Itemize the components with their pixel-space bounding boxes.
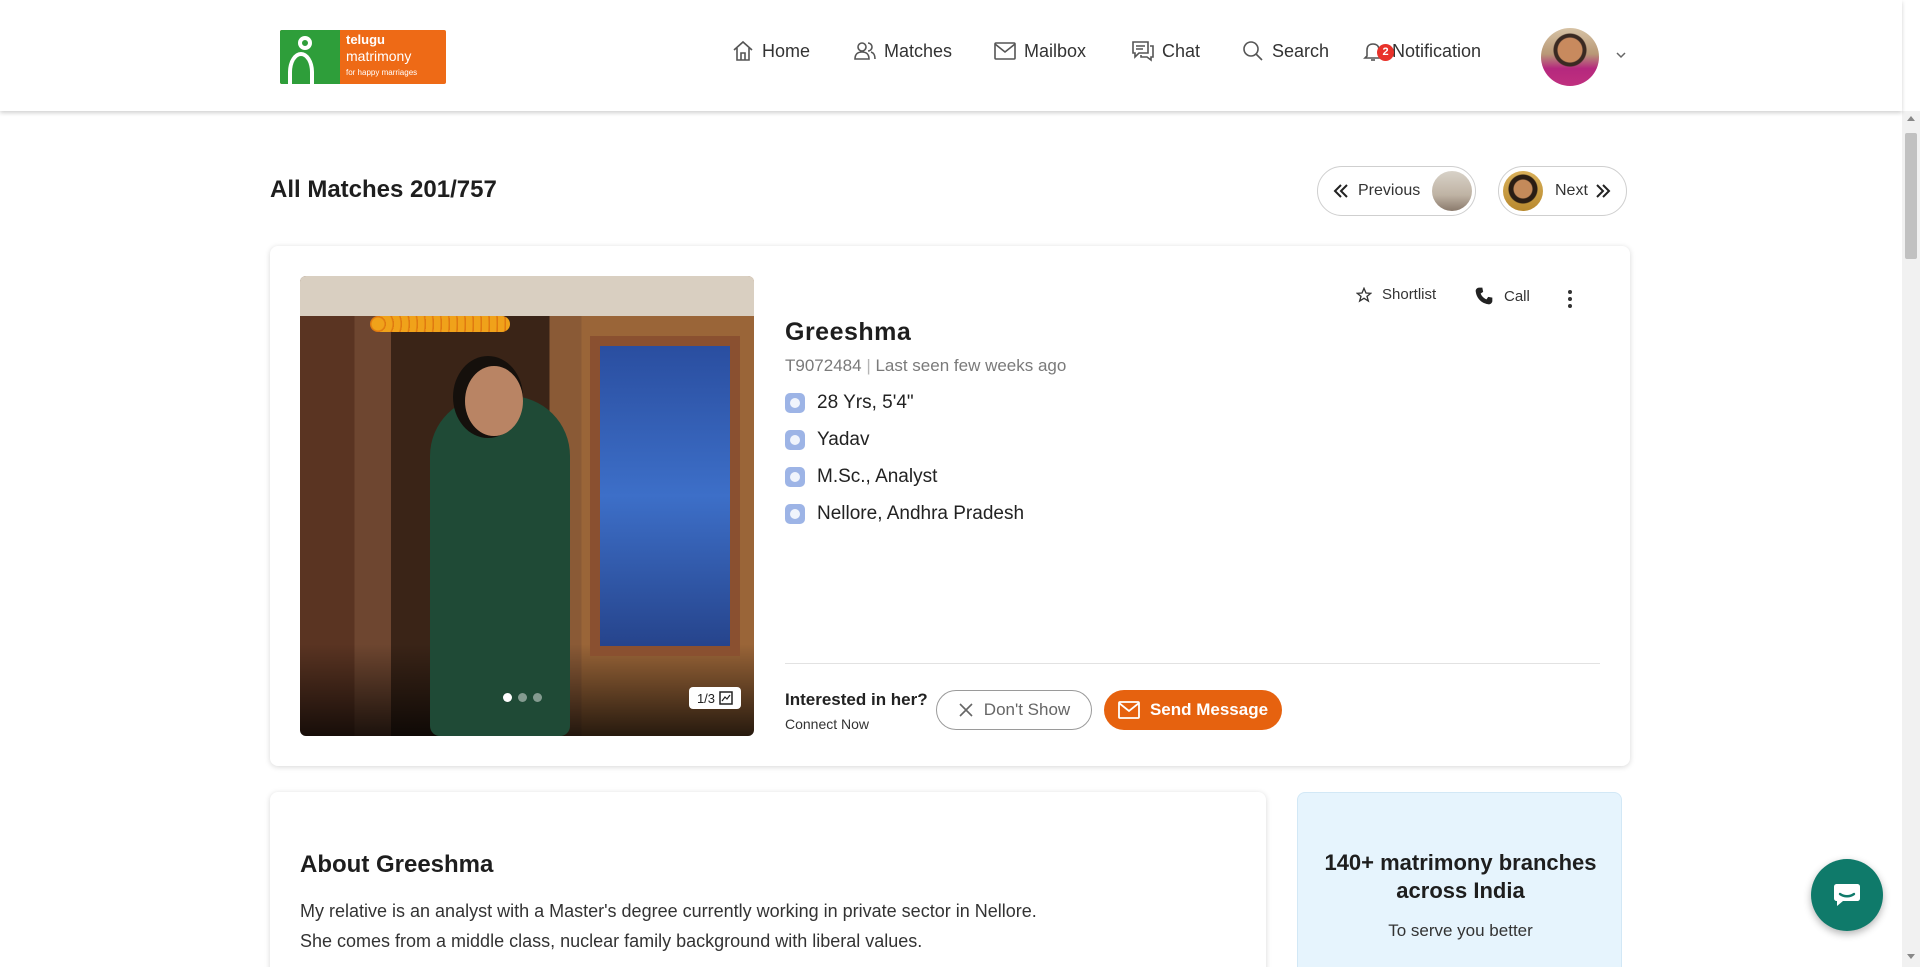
photo-dot[interactable] — [533, 693, 542, 702]
double-chevron-right-icon — [1596, 184, 1611, 198]
chevron-down-icon[interactable] — [1614, 48, 1628, 62]
photo-dot[interactable] — [503, 693, 512, 702]
logo-text-telugu: telugu — [346, 32, 385, 47]
profile-photo[interactable]: 1/3 — [300, 276, 754, 736]
mail-icon — [994, 42, 1016, 60]
phone-icon — [1475, 287, 1493, 305]
users-icon — [854, 42, 876, 60]
age-height-text: 28 Yrs, 5'4" — [817, 392, 914, 413]
chat-icon — [1132, 41, 1154, 62]
promo-subtitle: To serve you better — [1388, 921, 1533, 940]
nav-chat-label: Chat — [1162, 40, 1201, 61]
education-text: M.Sc., Analyst — [817, 466, 938, 487]
nav-mailbox-label: Mailbox — [1024, 40, 1087, 61]
kebab-icon[interactable] — [1568, 290, 1572, 310]
about-section: About Greeshma My relative is an analyst… — [270, 792, 1266, 967]
nav-search[interactable]: Search — [1241, 38, 1329, 64]
chat-bubble-icon — [1834, 884, 1860, 906]
attr-age-height: 28 Yrs, 5'4" — [785, 392, 914, 414]
location-text: Nellore, Andhra Pradesh — [817, 503, 1025, 524]
photo-dot[interactable] — [518, 693, 527, 702]
promo-title: 140+ matrimony branches across India — [1324, 850, 1597, 903]
photo-person — [430, 396, 570, 736]
home-icon — [733, 40, 753, 61]
age-icon — [785, 393, 805, 413]
call-button[interactable]: Call — [1474, 286, 1530, 306]
card-divider — [785, 663, 1600, 664]
shortlist-button[interactable]: Shortlist — [1356, 286, 1436, 303]
scrollbar-thumb[interactable] — [1905, 133, 1917, 259]
next-profile-thumbnail — [1503, 171, 1543, 211]
photo-counter[interactable]: 1/3 — [689, 687, 741, 709]
scroll-up-arrow[interactable] — [1907, 116, 1915, 121]
scroll-down-arrow[interactable] — [1907, 954, 1915, 959]
previous-label: Previous — [1358, 182, 1421, 199]
attr-community: Yadav — [785, 429, 869, 451]
logo-tagline: for happy marriages — [346, 68, 418, 77]
profile-card: 1/3 Shortlist Call Greeshma T9072484 | L… — [270, 246, 1630, 766]
previous-profile-button[interactable]: Previous — [1317, 166, 1476, 216]
double-chevron-left-icon — [1333, 184, 1348, 198]
attr-education: M.Sc., Analyst — [785, 466, 937, 488]
community-text: Yadav — [817, 429, 870, 450]
profile-id: T9072484 — [785, 356, 862, 375]
about-line-2: She comes from a middle class, nuclear f… — [300, 931, 923, 951]
chat-support-button[interactable] — [1811, 859, 1883, 931]
nav-matches[interactable]: Matches — [853, 38, 952, 64]
photo-garland — [370, 316, 510, 332]
call-label: Call — [1504, 287, 1530, 305]
shortlist-label: Shortlist — [1382, 286, 1437, 303]
user-avatar[interactable] — [1541, 28, 1599, 86]
telugu-matrimony-logo[interactable]: telugu matrimony for happy marriages — [280, 30, 446, 84]
branches-promo[interactable]: 140+ matrimony branches across India To … — [1297, 792, 1622, 967]
dont-show-button[interactable]: Don't Show — [936, 690, 1092, 730]
close-icon — [959, 703, 973, 717]
top-header: telugu matrimony for happy marriages Hom… — [0, 0, 1902, 111]
previous-profile-thumbnail — [1432, 171, 1473, 211]
logo-figure-body — [288, 52, 314, 84]
about-line-1: My relative is an analyst with a Master'… — [300, 901, 1037, 921]
notification-count-badge: 2 — [1377, 44, 1394, 61]
next-profile-button[interactable]: Next — [1498, 166, 1627, 216]
interest-question: Interested in her? — [785, 690, 928, 709]
nav-chat[interactable]: Chat — [1131, 38, 1200, 64]
photo-window — [590, 336, 740, 656]
nav-matches-label: Matches — [884, 40, 953, 61]
community-icon — [785, 430, 805, 450]
star-icon — [1356, 286, 1372, 302]
photo-wall-area — [300, 276, 754, 316]
last-seen: Last seen few weeks ago — [875, 356, 1067, 375]
photo-person-head — [465, 366, 523, 436]
nav-search-label: Search — [1272, 40, 1330, 61]
nav-mailbox[interactable]: Mailbox — [993, 38, 1086, 64]
about-heading: About Greeshma — [300, 851, 494, 878]
profile-name: Greeshma — [785, 318, 912, 346]
photo-counter-text: 1/3 — [696, 690, 716, 706]
nav-notification-label: Notification — [1392, 40, 1482, 61]
profile-meta: T9072484 | Last seen few weeks ago — [785, 356, 1066, 376]
dont-show-label: Don't Show — [983, 700, 1071, 719]
send-message-button[interactable]: Send Message — [1104, 690, 1282, 730]
briefcase-icon — [785, 467, 805, 487]
interest-subtext: Connect Now — [785, 716, 870, 732]
gallery-icon — [719, 691, 733, 705]
next-label: Next — [1555, 182, 1588, 199]
photo-carousel-dots[interactable] — [503, 693, 542, 702]
location-pin-icon — [785, 504, 805, 524]
mail-icon — [1118, 701, 1140, 719]
send-message-label: Send Message — [1149, 700, 1269, 719]
nav-notification[interactable]: 2 Notification — [1361, 38, 1481, 64]
logo-figure-head — [298, 36, 312, 50]
nav-home[interactable]: Home — [731, 38, 810, 64]
nav-home-label: Home — [762, 40, 811, 61]
logo-text-matrimony: matrimony — [346, 48, 412, 64]
attr-location: Nellore, Andhra Pradesh — [785, 503, 1024, 525]
page-scrollbar[interactable] — [1902, 111, 1920, 967]
page-title: All Matches 201/757 — [270, 176, 497, 203]
search-icon — [1243, 41, 1263, 61]
